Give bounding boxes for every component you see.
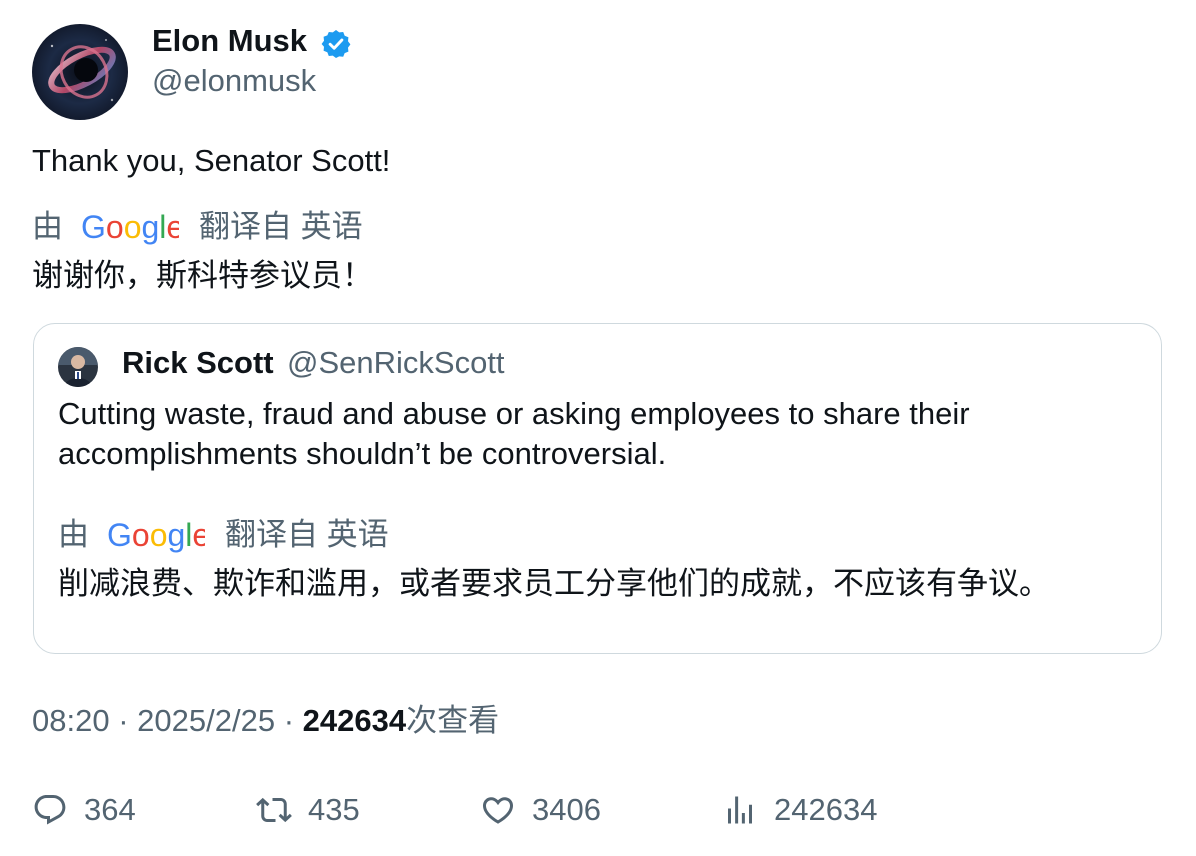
meta-separator: · <box>283 703 295 738</box>
quote-translated-from-label: 翻译自 英语 <box>225 517 389 552</box>
quote-author-handle[interactable]: @SenRickScott <box>287 344 505 382</box>
tweet-time[interactable]: 08:20 <box>32 703 110 738</box>
translated-by-label: 由 <box>32 209 63 244</box>
repost-count: 435 <box>308 792 360 827</box>
quote-translation-attribution[interactable]: 由 Google 翻译自 英语 <box>58 516 389 554</box>
like-button[interactable]: 3406 <box>480 790 601 830</box>
author-name[interactable]: Elon Musk <box>152 22 307 60</box>
quote-author-avatar[interactable] <box>58 347 98 387</box>
svg-text:Google: Google <box>107 517 205 553</box>
tweet-date[interactable]: 2025/2/25 <box>137 703 275 738</box>
heart-icon <box>482 797 514 824</box>
quote-text: Cutting waste, fraud and abuse or asking… <box>58 396 970 471</box>
google-logo-icon: Google <box>107 517 205 553</box>
verified-badge-icon <box>320 28 352 60</box>
meta-separator: · <box>118 703 129 738</box>
quote-translation-text: 削减浪费、欺诈和滥用，或者要求员工分享他们的成就，不应该有争议。 <box>58 566 1050 601</box>
like-count: 3406 <box>532 792 601 827</box>
views-label: 次查看 <box>406 703 500 738</box>
quote-translated-by-label: 由 <box>58 517 89 552</box>
svg-text:Google: Google <box>81 209 179 245</box>
author-avatar[interactable] <box>32 24 128 120</box>
translation-attribution[interactable]: 由 Google 翻译自 英语 <box>32 208 363 246</box>
reply-icon <box>34 795 66 825</box>
reply-button[interactable]: 364 <box>32 790 136 830</box>
views-count-action: 242634 <box>774 792 878 827</box>
views-count: 242634 <box>302 703 407 738</box>
tweet-meta: 08:20 · 2025/2/25 · 242634次查看 <box>32 702 499 740</box>
repost-icon <box>256 797 292 823</box>
translated-from-label: 翻译自 英语 <box>199 209 363 244</box>
quote-author-name[interactable]: Rick Scott <box>122 344 274 382</box>
tweet-text: Thank you, Senator Scott! <box>32 143 391 178</box>
analytics-icon <box>728 796 752 824</box>
author-handle[interactable]: @elonmusk <box>152 62 316 100</box>
views-button[interactable]: 242634 <box>722 790 877 830</box>
repost-button[interactable]: 435 <box>256 790 360 830</box>
google-logo-icon: Google <box>81 209 179 245</box>
reply-count: 364 <box>84 792 136 827</box>
tweet-translation-text: 谢谢你，斯科特参议员！ <box>32 258 373 293</box>
